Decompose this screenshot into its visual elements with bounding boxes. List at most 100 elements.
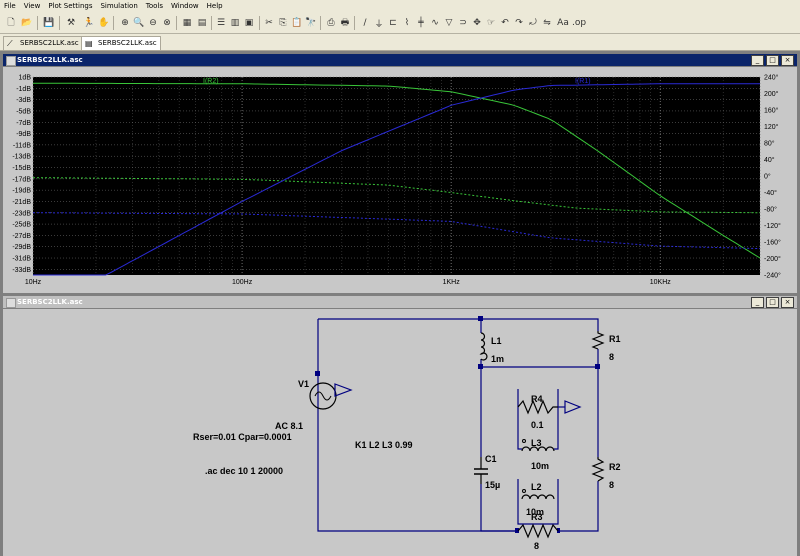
v1-ref: V1 — [298, 379, 309, 389]
document-tab-bar: ⟋ SERBSC2LLK.asc ▤ SERBSC2LLK.asc — [0, 34, 800, 51]
l2-ref: L2 — [531, 482, 542, 492]
undo-icon[interactable]: ↶ — [498, 16, 512, 30]
autorange-icon[interactable]: ▦ — [180, 16, 194, 30]
tab-schematic-2[interactable]: ▤ SERBSC2LLK.asc — [81, 36, 161, 50]
y-tick-label-left: -19dB — [12, 188, 31, 195]
toolbar: 🗋 📂 💾 ⚒ 🏃 ✋ ⊕ 🔍 ⊖ ⊗ ▦ ▤ ☰ ▥ ▣ ✂ ⎘ 📋 🔭 ⎙ … — [0, 13, 800, 34]
schematic-canvas[interactable]: V1 L1 1m R1 8 R4 0.1 L3 10m C1 15µ L2 10… — [3, 309, 797, 556]
y-tick-label-left: -23dB — [12, 210, 31, 217]
coupling-directive[interactable]: K1 L2 L3 0.99 — [355, 440, 413, 450]
legend-ir1: I(R1) — [575, 78, 591, 85]
r1-ref: R1 — [609, 334, 621, 344]
ground-icon[interactable]: ⏚ — [372, 16, 386, 30]
y-tick-label-left: -5dB — [16, 108, 31, 115]
x-tick-label: 10KHz — [650, 279, 672, 286]
toolbar-separator — [354, 16, 355, 30]
rotate-icon[interactable]: ⤾ — [526, 16, 540, 30]
y-tick-label-right: -160° — [764, 239, 781, 247]
ac-directive[interactable]: .ac dec 10 1 20000 — [205, 466, 283, 476]
close-button[interactable]: × — [781, 55, 794, 66]
source-params[interactable]: Rser=0.01 Cpar=0.0001 — [193, 432, 292, 442]
zoom-in-icon[interactable]: ⊕ — [118, 16, 132, 30]
y-tick-label-left: -33dB — [12, 267, 31, 274]
label-net-icon[interactable]: ⊏ — [386, 16, 400, 30]
y-tick-label-left: -13dB — [12, 154, 31, 161]
pan-icon[interactable]: 🔍 — [132, 16, 146, 30]
l1-ref: L1 — [491, 336, 502, 346]
inductor-icon[interactable]: ∿ — [428, 16, 442, 30]
menu-help[interactable]: Help — [203, 0, 227, 13]
move-icon[interactable]: ✥ — [470, 16, 484, 30]
zoom-out-icon[interactable]: ⊖ — [146, 16, 160, 30]
maximize-button[interactable]: □ — [766, 55, 779, 66]
schematic-icon: ⟋ — [7, 39, 13, 48]
open-icon[interactable]: 📂 — [20, 16, 34, 30]
menu-tools[interactable]: Tools — [142, 0, 167, 13]
wire-icon[interactable]: / — [358, 16, 372, 30]
cut-icon[interactable]: ✂ — [262, 16, 276, 30]
c1-value: 15µ — [485, 480, 500, 490]
menu-window[interactable]: Window — [167, 0, 203, 13]
control-panel-icon[interactable]: ⚒ — [64, 16, 78, 30]
new-schematic-icon[interactable]: 🗋 — [4, 16, 18, 30]
drag-icon[interactable]: ☞ — [484, 16, 498, 30]
spice-directive-icon[interactable]: .op — [572, 16, 586, 30]
close-button[interactable]: × — [781, 297, 794, 308]
run-icon[interactable]: 🏃 — [82, 16, 96, 30]
find-icon[interactable]: 🔭 — [304, 16, 318, 30]
legend-ir2: I(R2) — [203, 78, 219, 85]
diode-icon[interactable]: ▽ — [442, 16, 456, 30]
y-tick-label-left: -9dB — [16, 131, 31, 138]
tab-label: SERBSC2LLK.asc — [20, 39, 79, 47]
print-setup-icon[interactable]: ⎙ — [324, 16, 338, 30]
menu-simulation[interactable]: Simulation — [96, 0, 141, 13]
toolbar-separator — [259, 16, 260, 30]
schematic-window-icon — [6, 298, 16, 308]
component-icon[interactable]: ⊃ — [456, 16, 470, 30]
minimize-button[interactable]: _ — [751, 297, 764, 308]
print-icon[interactable]: 🖶 — [338, 16, 352, 30]
source-spec[interactable]: AC 8.1 — [275, 421, 303, 431]
x-tick-label: 10Hz — [25, 279, 42, 286]
cascade-icon[interactable]: ▣ — [242, 16, 256, 30]
capacitor-icon[interactable]: ╪ — [414, 16, 428, 30]
y-tick-label-left: -3dB — [16, 97, 31, 104]
minimize-button[interactable]: _ — [751, 55, 764, 66]
maximize-button[interactable]: □ — [766, 297, 779, 308]
r4-ref: R4 — [531, 394, 543, 404]
schematic-background — [3, 309, 797, 556]
waveform-window-icon — [6, 56, 16, 66]
r4-value: 0.1 — [531, 420, 544, 430]
tile-horizontal-icon[interactable]: ☰ — [214, 16, 228, 30]
text-icon[interactable]: Aa — [556, 16, 570, 30]
y-tick-label-left: -1dB — [16, 86, 31, 93]
y-tick-label-left: -15dB — [12, 165, 31, 172]
waveform-plot[interactable]: 1dB -1dB -3dB -5dB -7dB -9dB -11dB -13dB -15dB -1… — [3, 67, 797, 293]
l1-value: 1m — [491, 354, 504, 364]
r3-ref: R3 — [531, 512, 543, 522]
halt-icon[interactable]: ✋ — [97, 16, 111, 30]
copy-icon[interactable]: ⎘ — [276, 16, 290, 30]
y-tick-label-right: -40° — [764, 189, 777, 197]
tab-schematic-1[interactable]: ⟋ SERBSC2LLK.asc — [3, 36, 83, 50]
y-tick-label-right: -240° — [764, 272, 781, 280]
l3-ref: L3 — [531, 438, 542, 448]
redo-icon[interactable]: ↷ — [512, 16, 526, 30]
paste-icon[interactable]: 📋 — [290, 16, 304, 30]
toolbar-separator — [59, 16, 60, 30]
schematic-window-titlebar[interactable]: SERBSC2LLK.asc _ □ × — [3, 296, 797, 308]
cursor-icon[interactable]: ▤ — [195, 16, 209, 30]
y-tick-label-right: 120° — [764, 123, 779, 131]
menu-file[interactable]: File — [0, 0, 20, 13]
save-icon[interactable]: 💾 — [42, 16, 56, 30]
menu-view[interactable]: View — [20, 0, 45, 13]
plot-window-titlebar[interactable]: SERBSC2LLK.asc _ □ × — [3, 54, 797, 66]
y-tick-label-left: -29dB — [12, 244, 31, 251]
menu-plot-settings[interactable]: Plot Settings — [44, 0, 96, 13]
resistor-icon[interactable]: ⌇ — [400, 16, 414, 30]
tile-vertical-icon[interactable]: ▥ — [228, 16, 242, 30]
mirror-icon[interactable]: ⇋ — [540, 16, 554, 30]
y-tick-label-left: 1dB — [19, 75, 32, 82]
zoom-fit-icon[interactable]: ⊗ — [160, 16, 174, 30]
y-tick-label-left: -25dB — [12, 222, 31, 229]
